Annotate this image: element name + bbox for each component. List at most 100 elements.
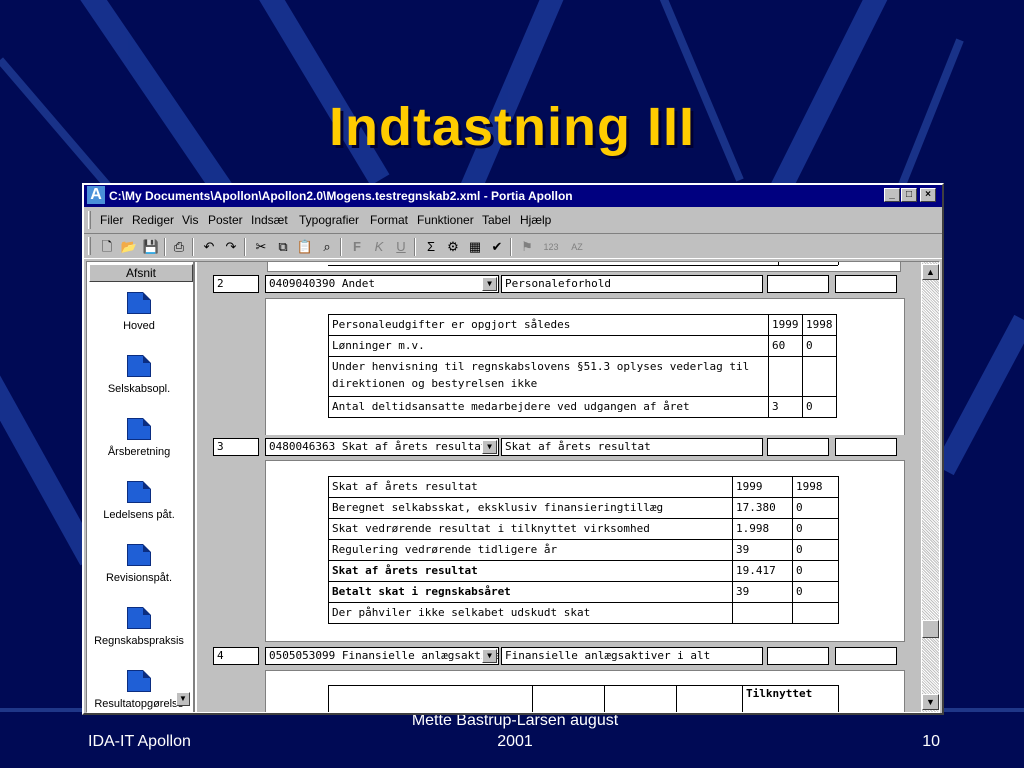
table-cell[interactable] [792,602,839,624]
table-cell[interactable] [768,356,803,397]
sidebar-item-revisionspaat[interactable]: Revisionspåt. [87,544,191,584]
calculate-icon[interactable]: ⚙ [444,238,462,256]
close-button[interactable]: × [920,188,936,202]
menubar-grip[interactable] [88,211,91,229]
scroll-down-button[interactable]: ▼ [922,694,939,710]
bold-icon[interactable]: F [348,238,366,256]
table-cell[interactable]: Beregnet selkabsskat, eksklusiv finansie… [328,497,733,519]
spellcheck-icon[interactable]: ✔ [488,238,506,256]
table-cell[interactable]: 0 [792,497,839,519]
window-titlebar[interactable]: A C:\My Documents\Apollon\Apollon2.0\Mog… [84,185,942,207]
menu-typografier[interactable]: Typografier [299,213,359,227]
sidebar-scroll-down-button[interactable]: ▼ [176,692,190,706]
table-cell[interactable]: 39 [732,581,793,603]
menu-bar: Filer Rediger Vis Poster Indsæt Typograf… [84,209,942,231]
menu-poster[interactable]: Poster [208,213,243,227]
sum-icon[interactable]: Σ [422,238,440,256]
table-cell[interactable] [802,356,837,397]
save-icon[interactable]: 💾 [142,238,160,256]
table-cell[interactable]: Under henvisning til regnskabslovens §51… [328,356,769,397]
underline-icon[interactable]: U [392,238,410,256]
table-cell[interactable]: 0 [792,518,839,540]
table-cell[interactable]: 0 [792,560,839,582]
number-format-icon[interactable]: ⚑ [518,238,536,256]
vertical-scrollbar[interactable]: ▲ ▼ [922,262,939,712]
table-cell[interactable]: Lønninger m.v. [328,335,769,357]
entry-value-field[interactable] [835,647,897,665]
maximize-button[interactable]: □ [901,188,917,202]
menu-filer[interactable]: Filer [100,213,123,227]
sidebar-item-selskabsopl[interactable]: Selskabsopl. [87,355,191,395]
table-cell[interactable]: Skat vedrørende resultat i tilknyttet vi… [328,518,733,540]
account-code-combobox[interactable]: 0409040390 Andet ▼ [265,275,499,293]
table-cell[interactable]: Betalt skat i regnskabsåret [328,581,733,603]
find-binoculars-icon[interactable]: ⌕ [318,238,336,256]
entry-number-field[interactable]: 3 [213,438,259,456]
table-cell[interactable]: 39 [732,539,793,561]
menu-funktioner[interactable]: Funktioner [417,213,474,227]
minimize-button[interactable]: _ [884,188,900,202]
table-cell[interactable]: Der påhviler ikke selkabet udskudt skat [328,602,733,624]
scrollbar-thumb[interactable] [922,620,939,638]
print-icon[interactable]: ⎙ [170,238,188,256]
menu-format[interactable]: Format [370,213,408,227]
entry-value-field[interactable] [767,438,829,456]
entry-label-field[interactable]: Finansielle anlægsaktiver i alt [501,647,763,665]
table-cell[interactable]: 0 [802,335,837,357]
scroll-up-button[interactable]: ▲ [922,264,939,280]
table-cell[interactable]: 1998 [792,476,839,498]
sidebar-item-ledelsens-paat[interactable]: Ledelsens påt. [87,481,191,521]
redo-icon[interactable]: ↷ [222,238,240,256]
table-cell[interactable]: 0 [792,581,839,603]
table-cell[interactable]: 0 [802,396,837,418]
table-icon[interactable]: ▦ [466,238,484,256]
entry-label-field[interactable]: Personaleforhold [501,275,763,293]
entry-value-field[interactable] [767,275,829,293]
sidebar-item-regnskabspraksis[interactable]: Regnskabspraksis [87,607,191,647]
undo-icon[interactable]: ↶ [200,238,218,256]
menu-rediger[interactable]: Rediger [132,213,174,227]
cut-icon[interactable]: ✂ [252,238,270,256]
italic-icon[interactable]: K [370,238,388,256]
table-cell[interactable]: 1.998 [732,518,793,540]
entry-label-field[interactable]: Skat af årets resultat [501,438,763,456]
entry-number-field[interactable]: 2 [213,275,259,293]
table-cell[interactable]: Antal deltidsansatte medarbejdere ved ud… [328,396,769,418]
apollon-app-icon[interactable]: A [87,186,105,204]
alpha-sort-icon[interactable]: AZ [566,238,588,256]
menu-indsaet[interactable]: Indsæt [251,213,288,227]
menu-vis[interactable]: Vis [182,213,198,227]
account-code-combobox[interactable]: 0505053099 Finansielle anlægsaktiver i a… [265,647,499,665]
copy-icon[interactable]: ⧉ [274,238,292,256]
number-sort-icon[interactable]: 123 [538,238,564,256]
menu-hjaelp[interactable]: Hjælp [520,213,551,227]
table-cell[interactable]: 3 [768,396,803,418]
table-cell[interactable]: 0 [792,539,839,561]
entry-value-field[interactable] [767,647,829,665]
new-document-icon[interactable]: 🗋 [98,238,116,256]
table-cell[interactable]: 1998 [802,314,837,336]
table-cell[interactable]: 19.417 [732,560,793,582]
paste-icon[interactable]: 📋 [296,238,314,256]
table-cell[interactable]: Skat af årets resultat [328,476,733,498]
entry-value-field[interactable] [835,438,897,456]
table-cell[interactable]: 17.380 [732,497,793,519]
entry-value-field[interactable] [835,275,897,293]
table-cell[interactable] [732,602,793,624]
table-cell[interactable]: Personaleudgifter er opgjort således [328,314,769,336]
open-folder-icon[interactable]: 📂 [120,238,138,256]
sidebar-item-hoved[interactable]: Hoved [87,292,191,332]
account-code-combobox[interactable]: 0480046363 Skat af årets resultat ▼ [265,438,499,456]
dropdown-arrow-icon[interactable]: ▼ [482,649,497,663]
table-cell[interactable]: 60 [768,335,803,357]
entry-number-field[interactable]: 4 [213,647,259,665]
table-cell[interactable]: 1999 [768,314,803,336]
menu-tabel[interactable]: Tabel [482,213,511,227]
dropdown-arrow-icon[interactable]: ▼ [482,440,497,454]
table-cell[interactable]: Regulering vedrørende tidligere år [328,539,733,561]
toolbar-grip[interactable] [88,237,91,255]
dropdown-arrow-icon[interactable]: ▼ [482,277,497,291]
sidebar-item-aarsberetning[interactable]: Årsberetning [87,418,191,458]
table-cell[interactable]: 1999 [732,476,793,498]
table-cell[interactable]: Skat af årets resultat [328,560,733,582]
